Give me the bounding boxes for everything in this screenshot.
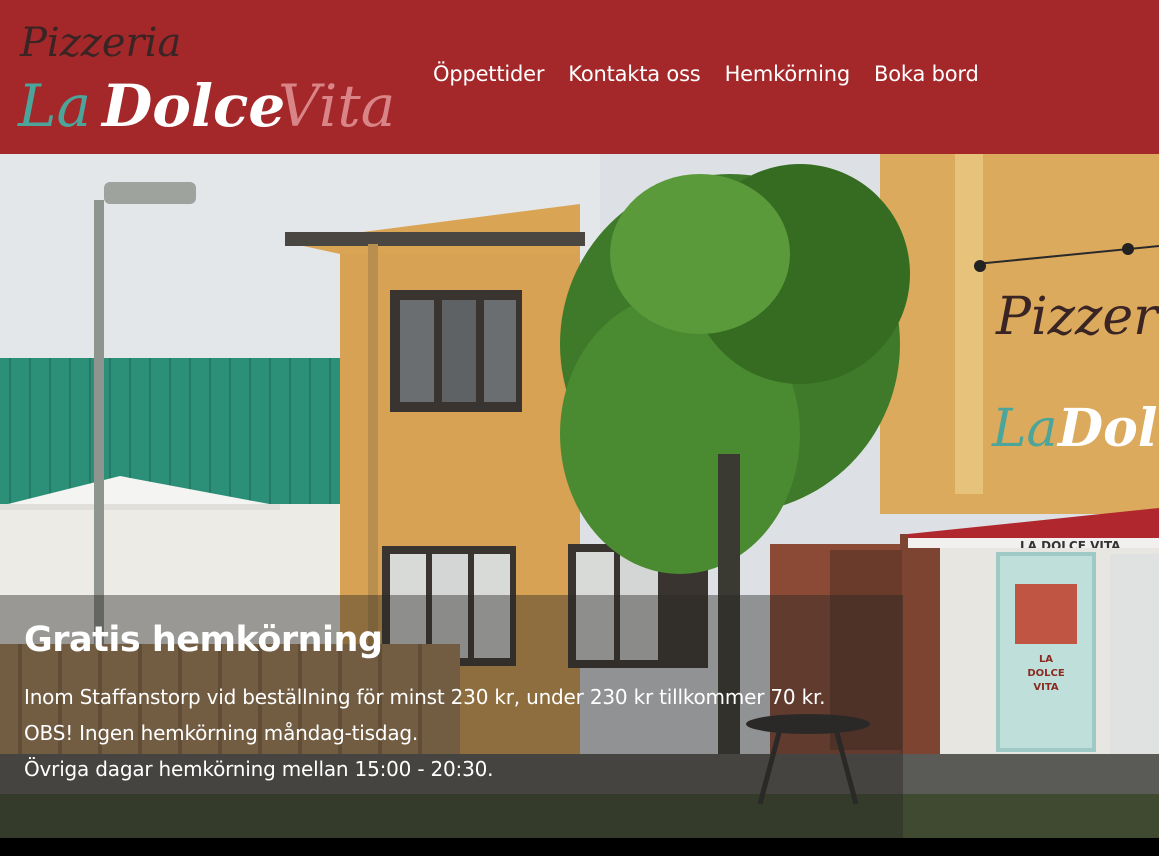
nav-delivery[interactable]: Hemkörning (725, 62, 851, 86)
logo-dolce: Dolce (100, 72, 285, 139)
nav-book-table[interactable]: Boka bord (874, 62, 979, 86)
wall-sign-pizzeria: Pizzeria (995, 287, 1159, 347)
logo-la: La (17, 72, 91, 139)
hero-caption: Gratis hemkörning Inom Staffanstorp vid … (0, 595, 903, 838)
caption-line-min-order: Inom Staffanstorp vid beställning för mi… (24, 685, 826, 709)
caption-line-delivery-hours: Övriga dagar hemkörning mellan 15:00 - 2… (24, 757, 494, 781)
bottom-bar (0, 838, 1159, 856)
poster-line-vita: VITA (1033, 682, 1059, 693)
nav-opening-hours[interactable]: Öppettider (433, 62, 544, 86)
caption-title: Gratis hemkörning (24, 620, 383, 660)
wall-sign-la: La (991, 399, 1058, 459)
site-logo[interactable]: Pizzeria La Dolce Vita (16, 14, 401, 139)
poster-line-dolce: DOLCE (1027, 668, 1065, 679)
main-nav: Öppettider Kontakta oss Hemkörning Boka … (433, 62, 1003, 86)
poster-line-la: LA (1039, 654, 1053, 665)
nav-contact[interactable]: Kontakta oss (568, 62, 700, 86)
caption-line-no-delivery: OBS! Ingen hemkörning måndag-tisdag. (24, 721, 419, 745)
logo-line1: Pizzeria (19, 20, 181, 66)
wall-sign-dolce: Dolce (1056, 398, 1159, 459)
site-header: Pizzeria La Dolce Vita Öppettider Kontak… (0, 0, 1159, 154)
logo-vita: Vita (278, 72, 395, 139)
